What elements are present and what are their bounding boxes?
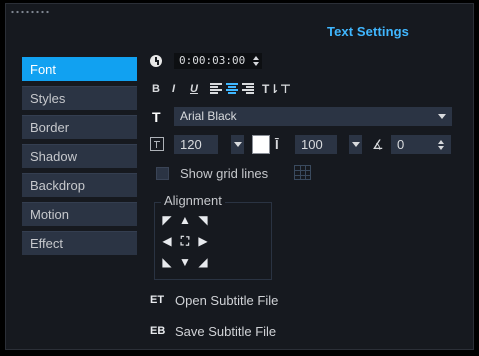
open-subtitle-label: Open Subtitle File <box>175 293 279 308</box>
alignment-label: Alignment <box>161 193 225 208</box>
panel-header: Text Settings <box>6 4 473 46</box>
align-middle-left-icon[interactable]: ◀ <box>159 233 175 249</box>
line-spacing-icon: Ī <box>275 137 279 152</box>
tab-effect[interactable]: Effect <box>22 231 137 255</box>
chevron-down-icon <box>438 114 446 119</box>
alignment-grid: ◤ ▲ ◥ ◀ ⛶ ▶ ◣ ▼ ◢ <box>159 212 211 272</box>
tab-backdrop[interactable]: Backdrop <box>22 173 137 197</box>
tab-shadow[interactable]: Shadow <box>22 144 137 168</box>
align-center-icon[interactable] <box>226 83 238 94</box>
font-t-icon: T <box>152 109 161 125</box>
font-family-select[interactable]: Arial Black <box>174 107 452 126</box>
text-color-swatch[interactable] <box>252 135 270 154</box>
align-middle-right-icon[interactable]: ▶ <box>195 233 211 249</box>
text-direction-icon[interactable]: T⇂ <box>262 82 279 96</box>
text-orientation-icon[interactable]: ⊤ <box>280 82 291 96</box>
duration-timecode-input[interactable]: 0:00:03:00 <box>174 53 262 69</box>
duration-stepper-icon[interactable] <box>253 56 259 66</box>
angle-stepper[interactable] <box>431 135 451 154</box>
bold-button[interactable]: B <box>152 82 160 96</box>
align-bottom-left-icon[interactable]: ◣ <box>159 254 175 270</box>
tab-motion[interactable]: Motion <box>22 202 137 226</box>
angle-input[interactable]: 0 <box>391 135 431 154</box>
show-grid-checkbox[interactable] <box>156 167 169 180</box>
save-subtitle-label: Save Subtitle File <box>175 324 277 339</box>
align-top-center-icon[interactable]: ▲ <box>177 212 193 228</box>
font-family-value: Arial Black <box>180 109 237 123</box>
underline-button[interactable]: U <box>190 82 198 96</box>
tab-styles[interactable]: Styles <box>22 86 137 110</box>
drag-handle[interactable] <box>10 9 50 15</box>
font-size-input[interactable]: 120 <box>174 135 218 154</box>
text-settings-panel: Text Settings Font Styles Border Shadow … <box>5 3 474 350</box>
duration-value: 0:00:03:00 <box>179 54 246 67</box>
line-spacing-dropdown-button[interactable] <box>349 135 362 154</box>
align-bottom-center-icon[interactable]: ▼ <box>177 254 193 270</box>
open-subtitle-icon: ET <box>150 294 165 306</box>
settings-tabs: Font Styles Border Shadow Backdrop Motio… <box>22 57 137 260</box>
angle-icon: ∡ <box>372 137 384 152</box>
show-grid-label: Show grid lines <box>180 166 269 181</box>
tab-font[interactable]: Font <box>22 57 137 81</box>
panel-title: Text Settings <box>327 24 409 39</box>
clock-icon <box>150 55 162 67</box>
font-size-dropdown-button[interactable] <box>231 135 244 154</box>
font-size-icon <box>150 137 164 151</box>
align-top-right-icon[interactable]: ◥ <box>195 212 211 228</box>
line-spacing-input[interactable]: 100 <box>295 135 337 154</box>
italic-button[interactable]: I <box>172 82 175 96</box>
save-subtitle-icon: EB <box>150 325 166 337</box>
align-center-icon[interactable]: ⛶ <box>177 233 193 249</box>
angle-stepper-icon[interactable] <box>438 140 444 150</box>
align-right-icon[interactable] <box>242 83 254 94</box>
align-top-left-icon[interactable]: ◤ <box>159 212 175 228</box>
align-bottom-right-icon[interactable]: ◢ <box>195 254 211 270</box>
tab-border[interactable]: Border <box>22 115 137 139</box>
alignment-group: Alignment ◤ ▲ ◥ ◀ ⛶ ▶ ◣ ▼ ◢ <box>154 193 272 280</box>
align-left-icon[interactable] <box>210 83 222 94</box>
grid-settings-icon[interactable] <box>294 165 311 180</box>
